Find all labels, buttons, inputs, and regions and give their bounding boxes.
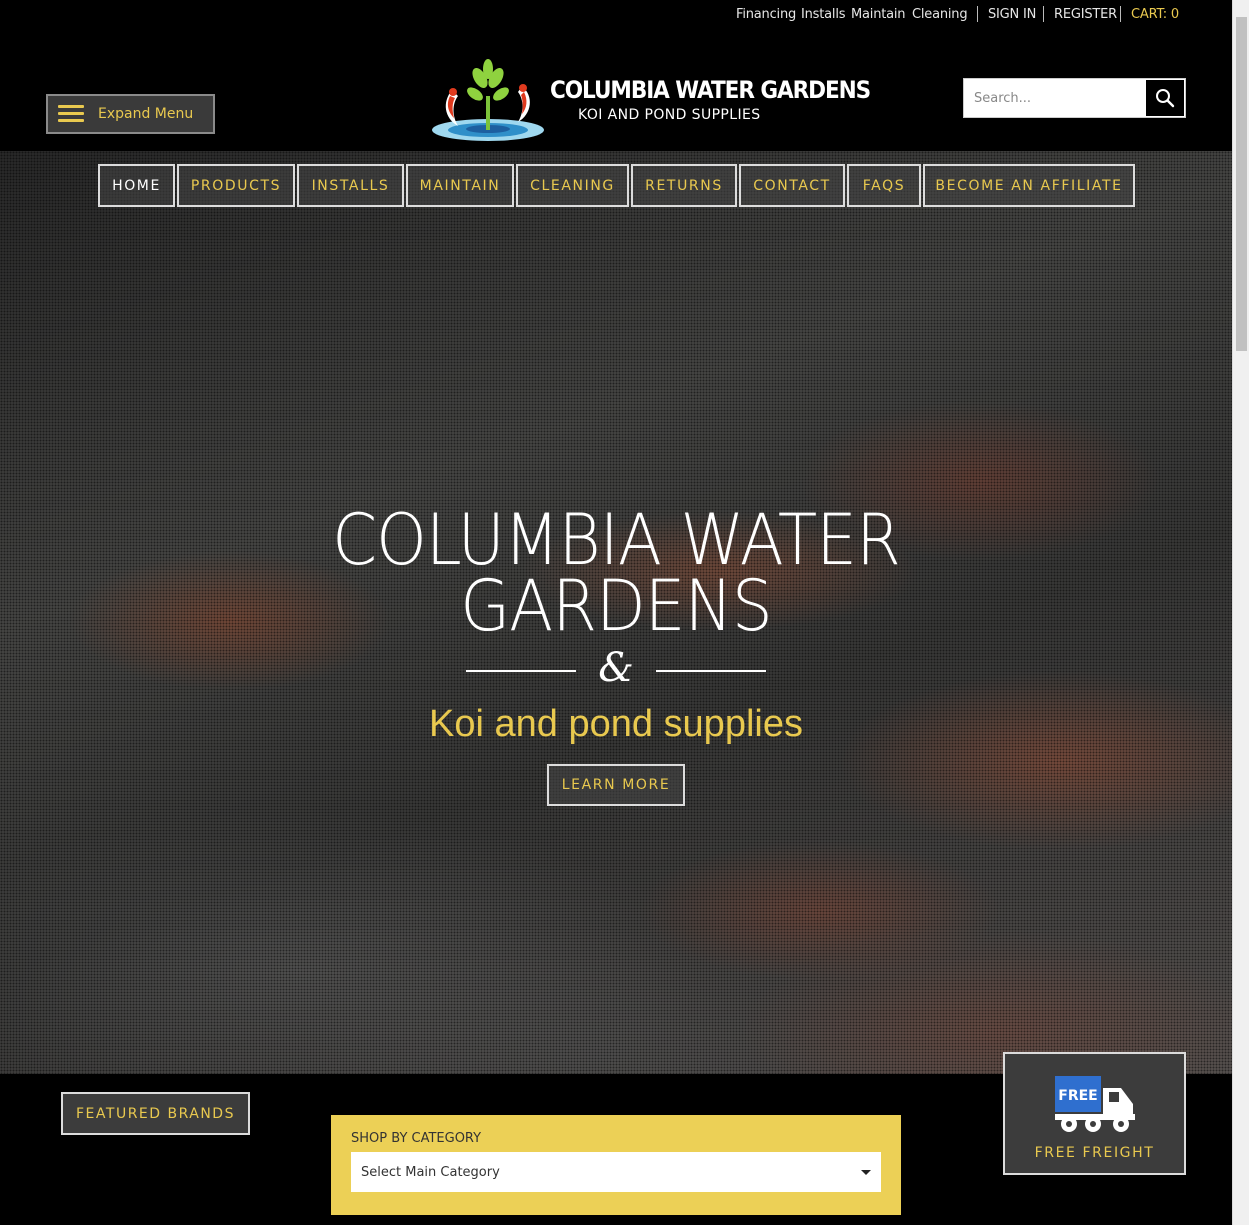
ampersand-ornament: &: [598, 645, 634, 691]
site-logo[interactable]: COLUMBIA WATER GARDENS KOI AND POND SUPP…: [428, 56, 871, 146]
hero-title-line1: COLUMBIA WATER: [332, 499, 901, 581]
category-select-value: Select Main Category: [361, 1164, 500, 1180]
main-nav: HOME PRODUCTS INSTALLS MAINTAIN CLEANING…: [98, 164, 1137, 207]
expand-menu-button[interactable]: Expand Menu: [46, 94, 215, 134]
nav-contact[interactable]: CONTACT: [739, 164, 845, 207]
search-input[interactable]: [964, 79, 1145, 117]
hero-subtitle: Koi and pond supplies: [429, 703, 803, 745]
main-category-select[interactable]: Select Main Category: [351, 1152, 881, 1192]
logo-subtitle: KOI AND POND SUPPLIES: [578, 107, 761, 123]
top-utility-bar: Financing Installs Maintain Cleaning SIG…: [0, 0, 1232, 30]
hero-title-line2: GARDENS: [460, 565, 773, 647]
featured-brands-button[interactable]: FEATURED BRANDS: [61, 1092, 250, 1135]
learn-more-button[interactable]: LEARN MORE: [547, 764, 685, 806]
nav-faqs[interactable]: FAQS: [847, 164, 921, 207]
sign-in-link[interactable]: SIGN IN: [988, 7, 1036, 22]
cart-link[interactable]: CART: 0: [1131, 7, 1179, 22]
divider: [1120, 6, 1121, 22]
free-badge-text: FREE: [1058, 1088, 1097, 1104]
link-maintain[interactable]: Maintain: [851, 7, 906, 22]
logo-title: COLUMBIA WATER GARDENS: [550, 76, 871, 104]
hamburger-icon: [58, 105, 84, 123]
hero-title: COLUMBIA WATER GARDENS: [0, 499, 1232, 647]
free-freight-button[interactable]: FREE FREE FREIGHT: [1003, 1052, 1186, 1175]
nav-home[interactable]: HOME: [98, 164, 175, 207]
search-icon: [1156, 89, 1175, 108]
free-freight-label: FREE FREIGHT: [1034, 1145, 1155, 1161]
nav-maintain[interactable]: MAINTAIN: [406, 164, 514, 207]
expand-menu-label: Expand Menu: [98, 106, 194, 122]
nav-installs[interactable]: INSTALLS: [297, 164, 404, 207]
dropdown-caret-icon: [861, 1169, 871, 1175]
page-scrollbar[interactable]: [1232, 0, 1249, 1225]
link-cleaning[interactable]: Cleaning: [912, 7, 968, 22]
search-box: [963, 78, 1186, 118]
search-button[interactable]: [1145, 79, 1185, 117]
divider: [977, 6, 978, 22]
nav-returns[interactable]: RETURNS: [631, 164, 737, 207]
shop-by-category-label: SHOP BY CATEGORY: [351, 1131, 482, 1146]
divider: [1043, 6, 1044, 22]
koi-pond-logo-icon: [432, 59, 544, 141]
nav-cleaning[interactable]: CLEANING: [516, 164, 629, 207]
scrollbar-thumb[interactable]: [1236, 17, 1247, 351]
shop-by-category-panel: SHOP BY CATEGORY Select Main Category: [331, 1115, 901, 1215]
free-truck-icon: FREE: [1055, 1076, 1135, 1132]
register-link[interactable]: REGISTER: [1054, 7, 1117, 22]
nav-become-an-affiliate[interactable]: BECOME AN AFFILIATE: [923, 164, 1135, 207]
hero-divider: &: [466, 645, 766, 691]
nav-products[interactable]: PRODUCTS: [177, 164, 295, 207]
hero-banner: HOME PRODUCTS INSTALLS MAINTAIN CLEANING…: [0, 151, 1232, 1074]
link-financing[interactable]: Financing: [736, 7, 796, 22]
link-installs[interactable]: Installs: [801, 7, 846, 22]
